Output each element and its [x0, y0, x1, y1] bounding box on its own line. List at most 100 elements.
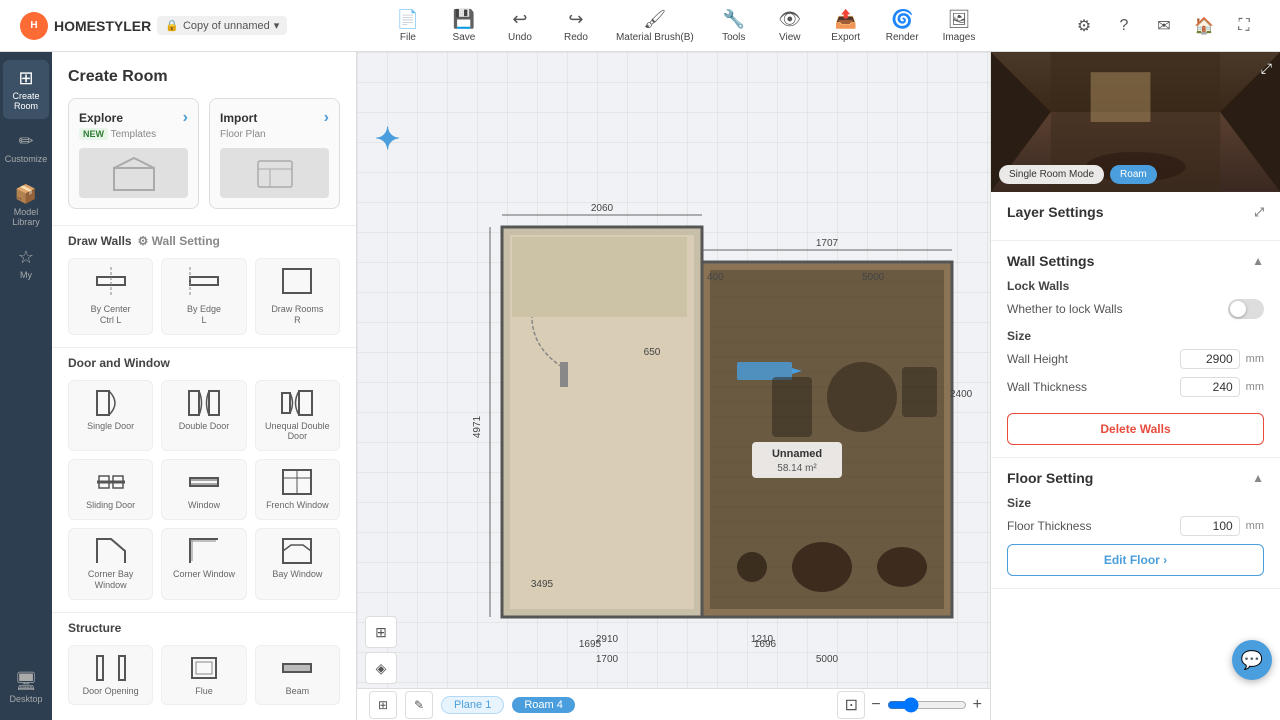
by-center-item[interactable]: By CenterCtrl L	[68, 258, 153, 335]
bay-window-icon	[281, 537, 313, 565]
structure-section: Structure Door Opening Flue	[52, 612, 356, 718]
zoom-controls: ⊡ − +	[837, 691, 982, 719]
tool-export[interactable]: 📤 Export	[820, 5, 872, 47]
single-door-icon	[95, 389, 127, 417]
snap-tool-btn[interactable]: ⊞	[365, 616, 397, 648]
svg-text:1700: 1700	[596, 654, 619, 665]
door-window-section: Door and Window Single Door	[52, 347, 356, 612]
sliding-door-item[interactable]: Sliding Door	[68, 459, 153, 520]
tool-images[interactable]: 🖼 Images	[933, 5, 986, 47]
floor-settings-collapse-icon[interactable]: ▲	[1252, 471, 1264, 485]
wall-setting-icon[interactable]: ⚙ Wall Setting	[138, 234, 220, 248]
file-icon: 📄	[397, 9, 419, 30]
nav-create-room[interactable]: ⊞ Create Room	[3, 60, 49, 119]
expand-preview-btn[interactable]: ⤢	[1261, 60, 1272, 77]
door-opening-item[interactable]: Door Opening	[68, 645, 153, 706]
by-edge-item[interactable]: By EdgeL	[161, 258, 246, 335]
floor-settings-title: Floor Setting ▲	[1007, 470, 1264, 486]
nav-customize[interactable]: ✏ Customize	[3, 123, 49, 172]
import-preview	[220, 148, 329, 198]
room-tab[interactable]: Roam 4	[512, 697, 575, 713]
nav-desktop[interactable]: 🖥 Desktop	[3, 663, 49, 712]
help-icon-btn[interactable]: ?	[1108, 10, 1140, 42]
tool-tools-label: Tools	[722, 32, 745, 43]
explore-card[interactable]: Explore › NEW Templates	[68, 98, 199, 209]
roam-btn[interactable]: Roam	[1110, 165, 1157, 184]
canvas-area[interactable]: ✦	[357, 52, 990, 720]
tool-file[interactable]: 📄 File	[382, 5, 434, 47]
fit-screen-btn[interactable]: ⊡	[837, 691, 865, 719]
svg-text:400: 400	[707, 272, 724, 283]
single-door-item[interactable]: Single Door	[68, 380, 153, 452]
mail-icon-btn[interactable]: ✉	[1148, 10, 1180, 42]
lock-walls-subtitle: Lock Walls	[1007, 279, 1264, 293]
feedback-btn[interactable]: 💬	[1232, 640, 1272, 680]
corner-bay-window-item[interactable]: Corner Bay Window	[68, 528, 153, 600]
preview-box: Single Room Mode Roam ⤢	[991, 52, 1280, 192]
home-icon-btn[interactable]: 🏠	[1188, 10, 1220, 42]
edit-floor-btn[interactable]: Edit Floor ›	[1007, 544, 1264, 576]
wall-settings-collapse-icon[interactable]: ▲	[1252, 254, 1264, 268]
window-item[interactable]: Window	[161, 459, 246, 520]
svg-text:Unnamed: Unnamed	[772, 448, 822, 460]
tool-undo[interactable]: ↩ Undo	[494, 5, 546, 47]
floor-thickness-input[interactable]	[1180, 516, 1240, 536]
tool-save[interactable]: 💾 Save	[438, 5, 490, 47]
single-room-mode-btn[interactable]: Single Room Mode	[999, 165, 1104, 184]
view-mode-btn[interactable]: ⊞	[369, 691, 397, 719]
explore-card-title: Explore ›	[79, 109, 188, 127]
import-card[interactable]: Import › Floor Plan	[209, 98, 340, 209]
zoom-in-btn[interactable]: +	[973, 696, 982, 714]
images-icon: 🖼	[948, 9, 971, 30]
unequal-double-door-item[interactable]: Unequal Double Door	[255, 380, 340, 452]
flue-item[interactable]: Flue	[161, 645, 246, 706]
brand-file[interactable]: 🔒 Copy of unnamed ▾	[157, 16, 287, 35]
wall-thickness-unit: mm	[1246, 381, 1264, 393]
compass: ✦	[375, 122, 400, 157]
by-edge-label: By EdgeL	[187, 304, 221, 326]
tool-export-label: Export	[831, 32, 860, 43]
pencil-btn[interactable]: ✎	[405, 691, 433, 719]
wall-thickness-value: mm	[1180, 377, 1264, 397]
tool-material-brush[interactable]: 🖌 Material Brush(B)	[606, 5, 704, 47]
sliding-door-label: Sliding Door	[86, 500, 135, 511]
nav-model-library-label: Model Library	[7, 207, 45, 227]
tool-view-label: View	[779, 32, 801, 43]
french-window-item[interactable]: French Window	[255, 459, 340, 520]
corner-window-item[interactable]: Corner Window	[161, 528, 246, 600]
nav-my[interactable]: ☆ My	[3, 239, 49, 288]
tool-tools[interactable]: 🔧 Tools	[708, 5, 760, 47]
tool-redo[interactable]: ↪ Redo	[550, 5, 602, 47]
import-card-title: Import ›	[220, 109, 329, 127]
draw-rooms-item[interactable]: Draw RoomsR	[255, 258, 340, 335]
tool-view[interactable]: 👁 View	[764, 5, 816, 47]
wall-height-input[interactable]	[1180, 349, 1240, 369]
zoom-slider[interactable]	[887, 697, 967, 713]
expand-icon-btn[interactable]: ⛶	[1228, 10, 1260, 42]
tool-render[interactable]: 🌀 Render	[876, 5, 929, 47]
nav-customize-label: Customize	[5, 154, 48, 164]
bay-window-item[interactable]: Bay Window	[255, 528, 340, 600]
settings-icon-btn[interactable]: ⚙	[1068, 10, 1100, 42]
corner-window-icon	[188, 537, 220, 565]
french-window-label: French Window	[266, 500, 329, 511]
wall-thickness-input[interactable]	[1180, 377, 1240, 397]
floor-thickness-row: Floor Thickness mm	[1007, 516, 1264, 536]
delete-walls-btn[interactable]: Delete Walls	[1007, 413, 1264, 445]
explore-subtitle: NEW Templates	[79, 129, 188, 140]
explore-preview	[79, 148, 188, 198]
corner-window-label: Corner Window	[173, 569, 235, 580]
brand-logo-text: H	[30, 20, 37, 31]
grid-tool-btn[interactable]: ◈	[365, 652, 397, 684]
preview-controls: Single Room Mode Roam	[999, 165, 1157, 184]
beam-item[interactable]: Beam	[255, 645, 340, 706]
plane-tab[interactable]: Plane 1	[441, 696, 504, 714]
layer-settings-expand-icon[interactable]: ⤢	[1254, 205, 1264, 220]
nav-model-library[interactable]: 📦 Model Library	[3, 176, 49, 235]
export-icon: 📤	[835, 9, 857, 30]
double-door-item[interactable]: Double Door	[161, 380, 246, 452]
customize-icon: ✏	[18, 131, 33, 152]
lock-walls-toggle[interactable]	[1228, 299, 1264, 319]
zoom-out-btn[interactable]: −	[871, 696, 880, 714]
svg-text:5000: 5000	[862, 272, 885, 283]
